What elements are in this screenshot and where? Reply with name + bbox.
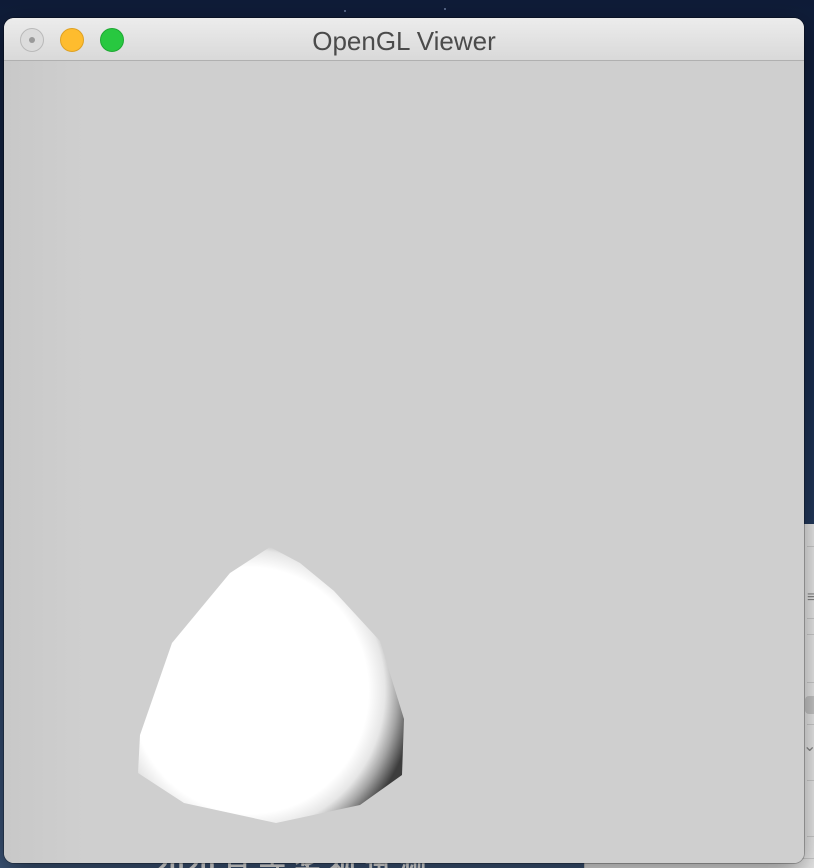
rendered-mesh [138, 547, 404, 823]
title-bar[interactable]: OpenGL Viewer [4, 18, 804, 61]
opengl-viewer-window: OpenGL Viewer [4, 18, 804, 863]
window-title: OpenGL Viewer [312, 26, 496, 56]
chevron-down-icon: ⌄ [803, 738, 814, 755]
list-icon: ≡ [807, 589, 814, 606]
gl-canvas [138, 547, 404, 823]
desktop-star [344, 10, 346, 12]
gl-viewport[interactable] [4, 61, 804, 863]
scroll-handle [805, 696, 814, 714]
desktop-star [444, 8, 446, 10]
